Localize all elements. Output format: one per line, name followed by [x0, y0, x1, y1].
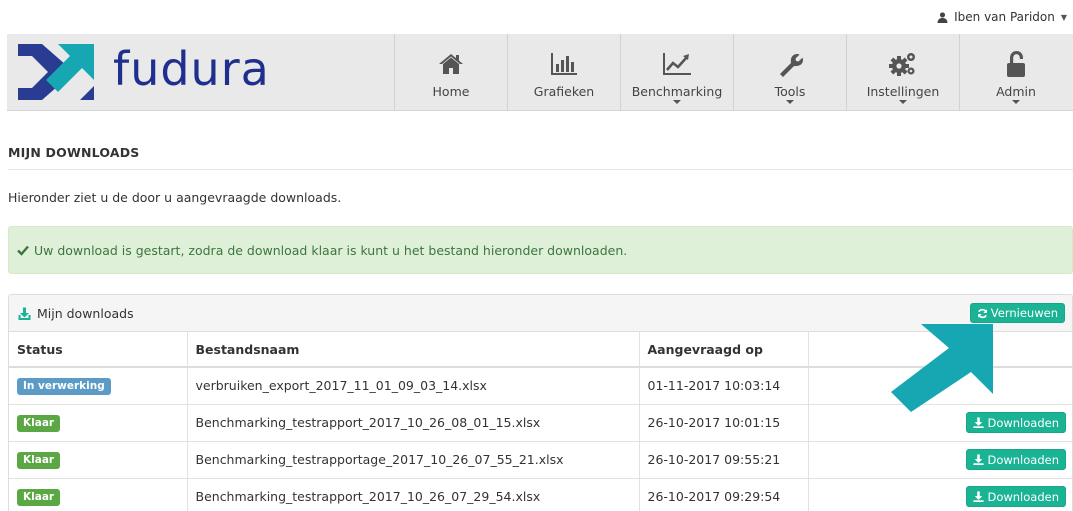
intro-text: Hieronder ziet u de door u aangevraagde …	[8, 190, 342, 205]
chevron-down-icon	[673, 100, 681, 104]
status-badge: Klaar	[17, 451, 61, 469]
bar-chart-icon	[549, 49, 579, 79]
download-icon	[973, 491, 985, 503]
requested-date: 26-10-2017 09:29:54	[638, 477, 808, 511]
column-header-status: Status	[9, 332, 187, 368]
user-icon	[937, 11, 948, 23]
main-navbar: fudura Home Grafieken Benchmarking Tools…	[7, 34, 1073, 111]
status-badge: In verwerking	[17, 377, 111, 395]
table-row: In verwerking verbruiken_export_2017_11_…	[9, 366, 1072, 404]
panel-title: Mijn downloads	[37, 305, 134, 321]
brand-wordmark: fudura	[113, 42, 270, 96]
download-icon	[973, 454, 985, 465]
download-label: Downloaden	[987, 415, 1059, 430]
status-badge: Klaar	[17, 488, 61, 506]
nav-label-admin: Admin	[996, 84, 1036, 99]
requested-date: 26-10-2017 10:01:15	[638, 403, 808, 441]
home-icon	[436, 49, 466, 79]
download-label: Downloaden	[987, 489, 1059, 504]
refresh-button[interactable]: Vernieuwen	[969, 303, 1065, 323]
table-row: Klaar Benchmarking_testrapportage_2017_1…	[9, 440, 1072, 478]
table-row: Klaar Benchmarking_testrapport_2017_10_2…	[9, 403, 1072, 441]
alert-text: Uw download is gestart, zodra de downloa…	[34, 242, 628, 258]
row-actions: Downloaden	[807, 403, 1072, 441]
gears-icon	[888, 49, 918, 79]
file-name: Benchmarking_testrapportage_2017_10_26_0…	[186, 440, 639, 478]
download-icon	[18, 307, 31, 320]
user-name: Iben van Paridon	[954, 10, 1055, 24]
file-name: Benchmarking_testrapport_2017_10_26_07_2…	[186, 477, 639, 511]
column-header-actions	[807, 332, 1072, 368]
requested-date: 26-10-2017 09:55:21	[638, 440, 808, 478]
refresh-icon	[977, 308, 987, 318]
nav-item-tools[interactable]: Tools	[733, 34, 846, 111]
row-actions	[807, 366, 1072, 404]
nav-label-home: Home	[432, 84, 470, 99]
download-button[interactable]: Downloaden	[966, 486, 1066, 508]
line-chart-icon	[662, 49, 692, 79]
row-actions: Downloaden	[807, 440, 1072, 478]
file-name: Benchmarking_testrapport_2017_10_26_08_0…	[186, 403, 639, 441]
nav-item-admin[interactable]: Admin	[959, 34, 1072, 111]
column-header-requested: Aangevraagd op	[638, 332, 808, 368]
column-header-filename: Bestandsnaam	[186, 332, 639, 368]
nav-label-benchmarking: Benchmarking	[631, 84, 723, 99]
requested-date: 01-11-2017 10:03:14	[638, 366, 808, 404]
downloads-table: Status Bestandsnaam Aangevraagd op In ve…	[9, 332, 1072, 511]
download-label: Downloaden	[987, 452, 1059, 467]
refresh-label: Vernieuwen	[990, 306, 1058, 320]
table-header-row: Status Bestandsnaam Aangevraagd op	[9, 332, 1072, 368]
nav-item-benchmarking[interactable]: Benchmarking	[620, 34, 733, 111]
title-divider	[8, 169, 1073, 170]
row-actions: Downloaden	[807, 477, 1072, 511]
nav-label-grafieken: Grafieken	[533, 84, 595, 99]
nav-label-tools: Tools	[774, 84, 806, 99]
chevron-down-icon	[1012, 100, 1020, 104]
user-menu[interactable]: Iben van Paridon ▼	[937, 9, 1067, 25]
nav-label-instellingen: Instellingen	[866, 84, 940, 99]
chevron-down-icon	[899, 100, 907, 104]
check-icon	[17, 245, 29, 256]
nav-item-grafieken[interactable]: Grafieken	[507, 34, 620, 111]
download-button[interactable]: Downloaden	[966, 412, 1066, 433]
table-row: Klaar Benchmarking_testrapport_2017_10_2…	[9, 477, 1072, 511]
page-title: MIJN DOWNLOADS	[8, 145, 140, 160]
nav-item-home[interactable]: Home	[394, 34, 507, 111]
success-alert: Uw download is gestart, zodra de downloa…	[8, 226, 1073, 274]
unlock-icon	[1001, 49, 1031, 79]
status-badge: Klaar	[17, 414, 61, 432]
chevron-down-icon: ▼	[1060, 12, 1067, 22]
chevron-down-icon	[786, 100, 794, 104]
wrench-icon	[775, 49, 805, 79]
fudura-logo[interactable]: fudura	[18, 40, 270, 104]
nav-item-instellingen[interactable]: Instellingen	[846, 34, 959, 111]
downloads-panel: Mijn downloads Vernieuwen Status Bestand…	[8, 294, 1073, 511]
download-icon	[973, 417, 985, 428]
download-button[interactable]: Downloaden	[966, 449, 1066, 470]
nav-menu: Home Grafieken Benchmarking Tools Instel…	[394, 34, 1072, 111]
file-name: verbruiken_export_2017_11_01_09_03_14.xl…	[186, 366, 639, 404]
panel-heading: Mijn downloads Vernieuwen	[9, 295, 1072, 332]
logo-mark-icon	[18, 44, 94, 100]
